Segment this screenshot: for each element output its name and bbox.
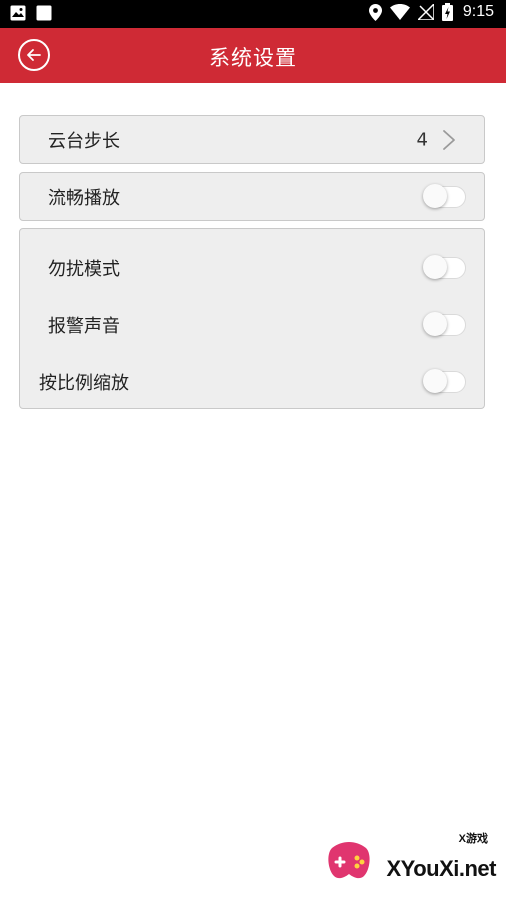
battery-charging-icon <box>441 3 453 21</box>
do-not-disturb-label: 勿扰模式 <box>48 258 120 280</box>
proportional-zoom-row: 按比例缩放 <box>20 353 484 410</box>
smooth-playback-toggle[interactable] <box>423 184 466 208</box>
ptz-step-label: 云台步长 <box>48 131 120 152</box>
smooth-playback-row: 流畅播放 <box>20 173 484 221</box>
square-notification-icon <box>36 5 52 25</box>
page-title: 系统设置 <box>209 46 297 70</box>
status-right: 9:15 <box>368 3 494 21</box>
smooth-playback-label: 流畅播放 <box>48 188 120 209</box>
gallery-notification-icon <box>10 5 26 25</box>
watermark-brand: XYouXi.net <box>386 856 497 881</box>
location-icon <box>368 3 382 21</box>
ptz-step-row[interactable]: 云台步长 4 <box>20 116 484 164</box>
proportional-zoom-label: 按比例缩放 <box>39 372 129 394</box>
watermark-sub: X游戏 <box>458 833 488 845</box>
watermark: X游戏 XYouXi.net <box>326 830 496 890</box>
status-left <box>10 5 52 25</box>
proportional-zoom-toggle[interactable] <box>423 368 466 393</box>
alarm-sound-toggle[interactable] <box>423 311 466 336</box>
app-bar: 系统设置 <box>0 28 506 83</box>
toggle-knob <box>423 311 447 336</box>
smooth-playback-card: 流畅播放 <box>19 172 485 221</box>
clock-time: 9:15 <box>462 3 494 20</box>
gamepad-logo-icon <box>328 842 370 879</box>
do-not-disturb-row: 勿扰模式 <box>20 239 484 296</box>
toggle-knob <box>423 368 447 393</box>
notification-settings-card: 勿扰模式 报警声音 按比例缩放 <box>19 228 485 409</box>
wifi-icon <box>389 4 410 20</box>
toggle-knob <box>423 184 447 208</box>
alarm-sound-label: 报警声音 <box>48 315 120 337</box>
ptz-step-card: 云台步长 4 <box>19 115 485 164</box>
no-signal-icon <box>417 4 434 20</box>
alarm-sound-row: 报警声音 <box>20 296 484 353</box>
ptz-step-value: 4 <box>416 129 428 151</box>
chevron-right-icon <box>443 130 455 150</box>
status-bar: 9:15 <box>0 0 506 28</box>
do-not-disturb-toggle[interactable] <box>423 254 466 279</box>
toggle-knob <box>423 254 447 279</box>
